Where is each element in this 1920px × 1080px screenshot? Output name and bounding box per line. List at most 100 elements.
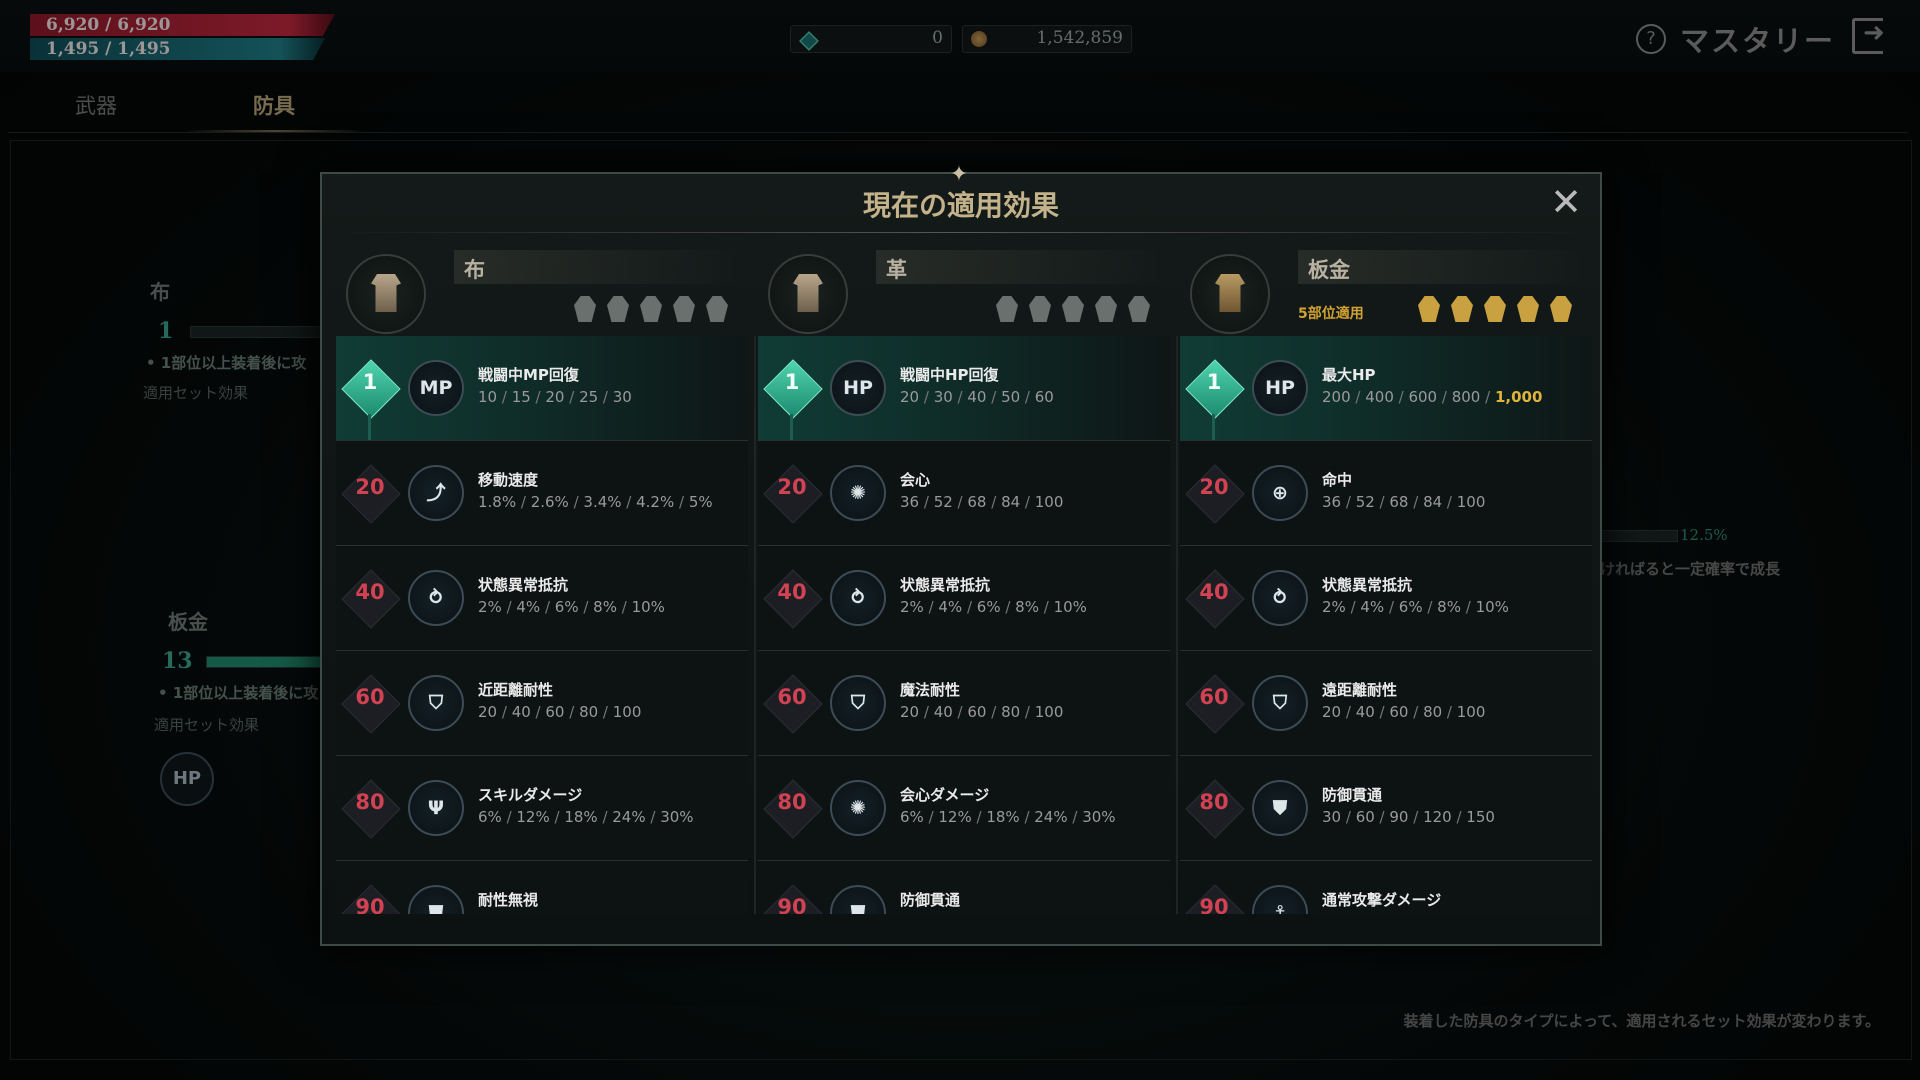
stat-name: 防御貫通 — [900, 891, 961, 909]
required-level: 20 — [1199, 475, 1229, 499]
stat-value: 52 — [1355, 493, 1375, 511]
stat-value: 60 — [1034, 388, 1054, 406]
target-icon: ⊕ — [1252, 465, 1308, 521]
column-header: 革 — [758, 242, 1170, 334]
crit-icon: ✺ — [830, 780, 886, 836]
stat-value: 80 — [579, 703, 599, 721]
column-header: 布 — [336, 242, 748, 334]
stat-value: 6% — [478, 808, 502, 826]
armor-column: 布 1 MP 戦闘中MP回復 10 / 15 / 20 / 25 / 30 20 — [336, 242, 748, 914]
armor-piece-icon — [1128, 296, 1150, 322]
effect-row: 40 ⥁ 状態異常抵抗 2% / 4% / 6% / 8% / 10% — [336, 546, 748, 651]
stat-value: 20 — [1322, 703, 1342, 721]
stat-values: 20 / 40 / 60 / 80 / 100 — [1322, 703, 1486, 721]
stat-value: 60 — [545, 703, 565, 721]
stat-value: 40 — [1355, 703, 1375, 721]
stat-name: 状態異常抵抗 — [478, 576, 569, 594]
stat-value: 4% — [1360, 598, 1385, 616]
stat-value: 2% — [1322, 598, 1346, 616]
stat-values: 20 / 40 / 60 / 80 / 100 — [900, 703, 1064, 721]
effect-row: 80 ✺ 会心ダメージ 6% / 12% / 18% / 24% / 30% — [758, 756, 1170, 861]
effect-list[interactable]: 1 HP 最大HP 200 / 400 / 600 / 800 / 1,000 … — [1180, 336, 1592, 914]
stat-value: 68 — [967, 493, 987, 511]
required-level: 40 — [777, 580, 807, 604]
crit-icon: ✺ — [830, 465, 886, 521]
required-level: 80 — [355, 790, 385, 814]
armor-piece-icon — [673, 296, 695, 322]
shield-icon: ⛉ — [830, 675, 886, 731]
stat-value: 6% — [1398, 598, 1423, 616]
stat-value: 8% — [1399, 913, 1423, 914]
shield-break-icon: ⛊ — [1252, 780, 1308, 836]
armor-piece-icon — [1095, 296, 1117, 322]
stat-name: 通常攻撃ダメージ — [1322, 891, 1442, 909]
required-level: 20 — [777, 475, 807, 499]
stat-value: 120 — [1423, 808, 1452, 826]
stat-name: 近距離耐性 — [478, 681, 554, 699]
stat-value: 2% — [900, 598, 924, 616]
stat-value: 60 — [967, 703, 987, 721]
stat-value: 2% — [478, 598, 502, 616]
stat-value: 6% — [976, 598, 1001, 616]
effect-row: 20 ⊕ 命中 36 / 52 / 68 / 84 / 100 — [1180, 441, 1592, 546]
stat-value: 20 — [545, 388, 565, 406]
stat-value: 4% — [1322, 913, 1346, 914]
armor-piece-icon — [607, 296, 629, 322]
stat-value: 20 — [900, 703, 920, 721]
stat-values: 30 / 60 / 90 / 120 / 150 — [900, 913, 1073, 914]
stat-values: 10 / 15 / 20 / 25 / 30 — [478, 388, 632, 406]
stat-value: 6% — [554, 598, 579, 616]
stat-value: 84 — [1423, 493, 1443, 511]
armor-piece-icon — [1550, 296, 1572, 322]
stat-value: 10% — [1475, 598, 1509, 616]
effect-list[interactable]: 1 MP 戦闘中MP回復 10 / 15 / 20 / 25 / 30 20 ⤴… — [336, 336, 748, 914]
stat-value: 4.2% — [636, 493, 675, 511]
stat-value: 10 — [478, 388, 498, 406]
stat-value: 18% — [986, 808, 1020, 826]
effect-row: 60 ⛉ 近距離耐性 20 / 40 / 60 / 80 / 100 — [336, 651, 748, 756]
stat-value: 40 — [967, 388, 987, 406]
stat-value: 100 — [613, 913, 642, 914]
stat-value: 800 — [1451, 388, 1481, 406]
stat-value: 25 — [579, 388, 599, 406]
effect-row: 20 ⤴ 移動速度 1.8% / 2.6% / 3.4% / 4.2% / 5% — [336, 441, 748, 546]
required-level: 20 — [355, 475, 385, 499]
stat-name: 魔法耐性 — [900, 681, 961, 699]
stat-values: 20 / 40 / 60 / 80 / 100 — [478, 703, 642, 721]
armor-piece-icon — [574, 296, 596, 322]
armor-piece-icon — [640, 296, 662, 322]
stat-value: 4% — [516, 598, 541, 616]
stat-value: 36 — [478, 913, 497, 914]
stat-name: 戦闘中MP回復 — [478, 366, 579, 384]
required-level: 1 — [1206, 370, 1222, 394]
armor-type-icon — [768, 254, 848, 334]
stat-value: 12% — [1485, 913, 1518, 914]
armor-type-name: 革 — [886, 258, 907, 282]
title-divider — [332, 232, 1588, 233]
stat-value: 36 — [900, 493, 920, 511]
stat-values: 20 / 30 / 40 / 50 / 60 — [900, 388, 1054, 406]
armor-piece-icon — [1418, 296, 1440, 322]
stat-value: 80 — [1423, 703, 1443, 721]
stat-value: 150 — [1044, 913, 1073, 914]
stat-name: 状態異常抵抗 — [1322, 576, 1413, 594]
stat-name: 移動速度 — [478, 471, 539, 489]
stat-value: 30 — [612, 388, 632, 406]
required-level: 90 — [1199, 895, 1229, 914]
armor-piece-icon — [996, 296, 1018, 322]
effect-list[interactable]: 1 HP 戦闘中HP回復 20 / 30 / 40 / 50 / 60 20 ✺… — [758, 336, 1170, 914]
stat-value: 36 — [1322, 493, 1342, 511]
trident-icon: Ψ — [408, 780, 464, 836]
required-level: 80 — [777, 790, 807, 814]
required-level: 60 — [1199, 685, 1229, 709]
stat-name: 耐性無視 — [478, 891, 539, 909]
effect-row: 1 HP 戦闘中HP回復 20 / 30 / 40 / 50 / 60 — [758, 336, 1170, 441]
effect-row: 1 MP 戦闘中MP回復 10 / 15 / 20 / 25 / 30 — [336, 336, 748, 441]
close-button[interactable]: ✕ — [1546, 182, 1586, 222]
stat-value: 30% — [1082, 808, 1116, 826]
armor-type-icon — [346, 254, 426, 334]
required-level: 40 — [1199, 580, 1229, 604]
effect-row: 90 ⛊ 防御貫通 30 / 60 / 90 / 120 / 150 — [758, 861, 1170, 914]
armor-piece-icon — [1484, 296, 1506, 322]
armor-pieces — [985, 296, 1150, 326]
